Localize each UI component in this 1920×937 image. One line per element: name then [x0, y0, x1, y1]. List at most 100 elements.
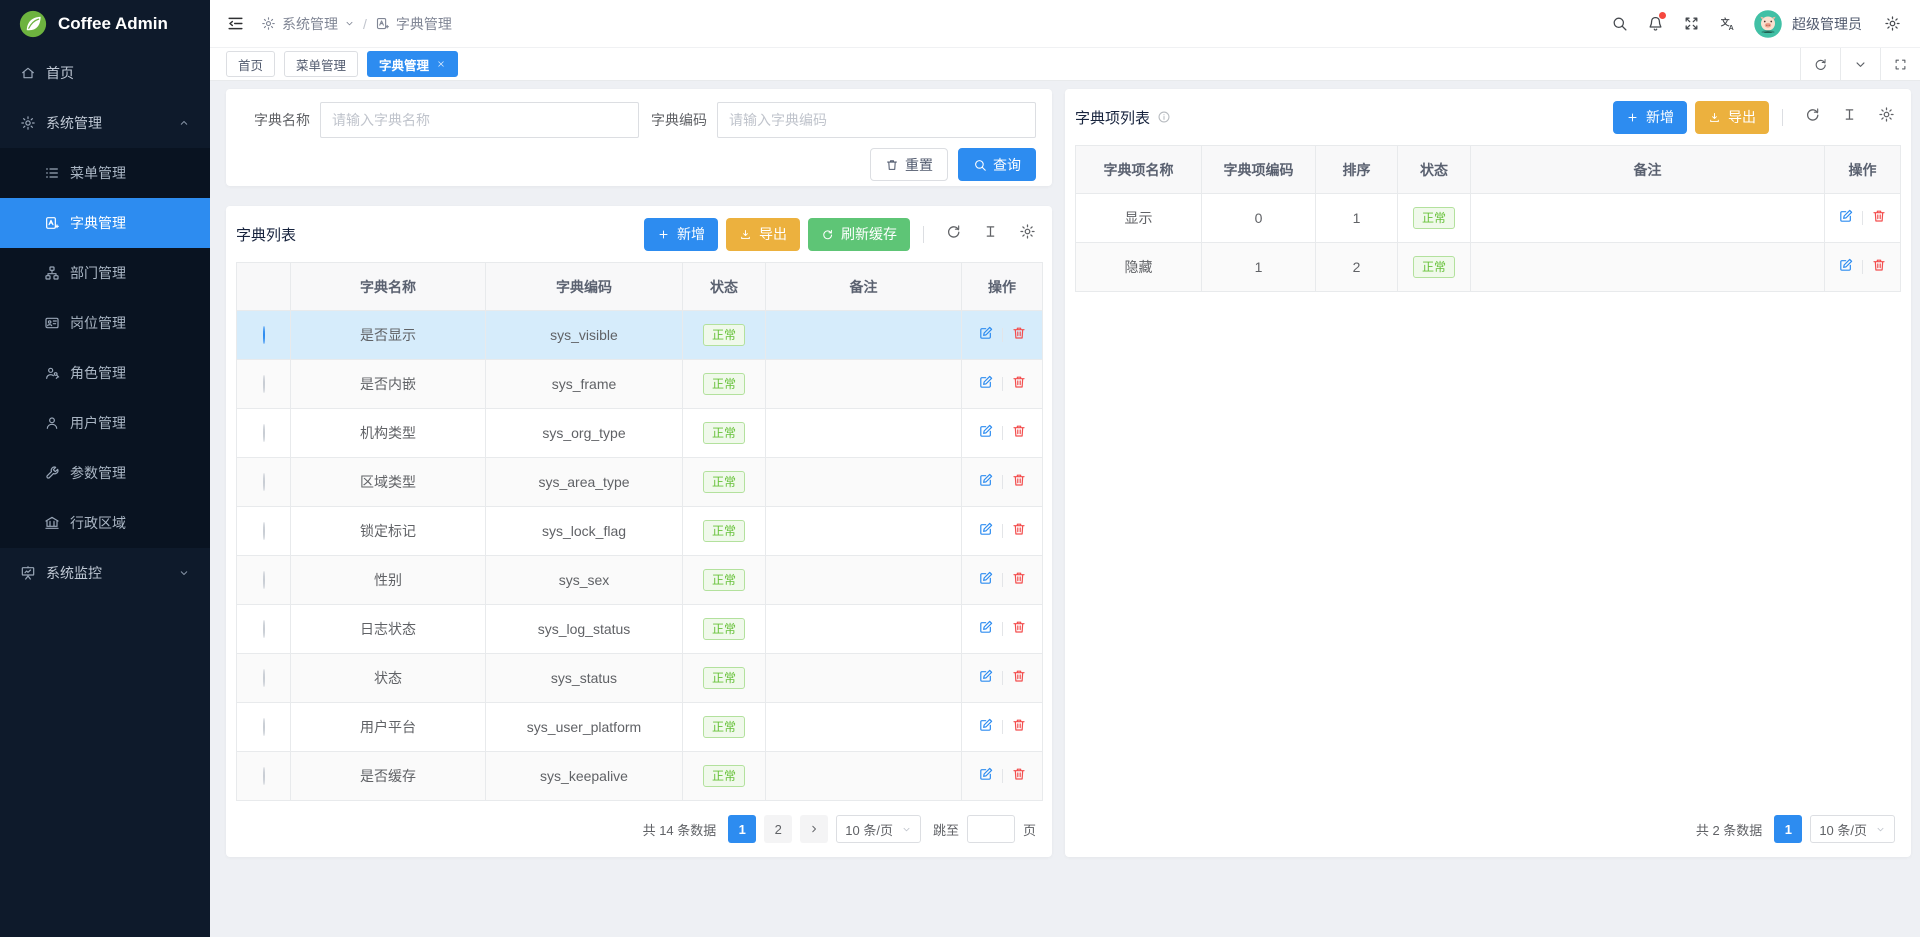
row-radio[interactable] — [263, 424, 265, 442]
user-name[interactable]: 超级管理员 — [1792, 14, 1862, 34]
reset-button[interactable]: 重置 — [870, 148, 948, 181]
sidebar-item-org[interactable]: 部门管理 — [0, 248, 210, 298]
refresh-cache-button[interactable]: 刷新缓存 — [808, 218, 910, 251]
edit-row-button[interactable] — [978, 717, 994, 738]
pagination-page-1[interactable]: 1 — [1774, 815, 1802, 843]
table-row[interactable]: 显示01正常 — [1076, 194, 1901, 243]
cell-code: sys_lock_flag — [542, 523, 626, 539]
info-icon[interactable] — [1157, 110, 1171, 124]
row-radio[interactable] — [263, 718, 265, 736]
table-row[interactable]: 日志状态sys_log_status正常 — [237, 605, 1043, 654]
table-row[interactable]: 机构类型sys_org_type正常 — [237, 409, 1043, 458]
delete-row-button[interactable] — [1011, 570, 1027, 591]
row-radio[interactable] — [263, 767, 265, 785]
fullscreen-button[interactable] — [1673, 15, 1709, 32]
row-radio[interactable] — [263, 620, 265, 638]
table-row[interactable]: 区域类型sys_area_type正常 — [237, 458, 1043, 507]
table-row[interactable]: 状态sys_status正常 — [237, 654, 1043, 703]
row-radio[interactable] — [263, 326, 265, 344]
search-field-input-0[interactable] — [320, 102, 639, 138]
sidebar-item-badge[interactable]: 岗位管理 — [0, 298, 210, 348]
delete-row-button[interactable] — [1011, 325, 1027, 346]
table-row[interactable]: 是否内嵌sys_frame正常 — [237, 360, 1043, 409]
search-field-input-1[interactable] — [717, 102, 1036, 138]
column-header: 状态 — [1398, 146, 1471, 194]
row-radio[interactable] — [263, 571, 265, 589]
table-size-button[interactable] — [982, 223, 999, 245]
tab-refresh-button[interactable] — [1800, 48, 1840, 80]
sidebar-item-bank[interactable]: 行政区域 — [0, 498, 210, 548]
delete-row-button[interactable] — [1871, 257, 1887, 278]
add-button[interactable]: 新增 — [1613, 101, 1687, 134]
sidebar-item-gear[interactable]: 系统管理 — [0, 98, 210, 148]
edit-row-button[interactable] — [978, 521, 994, 542]
add-button[interactable]: 新增 — [644, 218, 718, 251]
delete-row-button[interactable] — [1011, 423, 1027, 444]
delete-row-button[interactable] — [1011, 521, 1027, 542]
sidebar-item-wrench[interactable]: 参数管理 — [0, 448, 210, 498]
search-button[interactable]: 查询 — [958, 148, 1036, 181]
row-radio[interactable] — [263, 669, 265, 687]
sidebar-item-home[interactable]: 首页 — [0, 48, 210, 98]
tab-1[interactable]: 菜单管理 — [284, 51, 358, 77]
edit-row-button[interactable] — [978, 668, 994, 689]
page-size-select[interactable]: 10 条/页 — [836, 815, 921, 843]
table-settings-button[interactable] — [1878, 106, 1895, 128]
global-search-button[interactable] — [1601, 15, 1637, 32]
table-row[interactable]: 是否显示sys_visible正常 — [237, 311, 1043, 360]
edit-row-button[interactable] — [978, 570, 994, 591]
language-button[interactable]: 文A — [1709, 15, 1745, 32]
pagination-page-2[interactable]: 2 — [764, 815, 792, 843]
menu-fold-icon[interactable] — [226, 14, 245, 33]
tab-0[interactable]: 首页 — [226, 51, 275, 77]
breadcrumb-item-0[interactable]: 系统管理 — [261, 14, 355, 34]
table-settings-button[interactable] — [1019, 223, 1036, 245]
edit-row-button[interactable] — [978, 423, 994, 444]
app-logo[interactable]: Coffee Admin — [0, 0, 210, 48]
sidebar-item-dict[interactable]: 字典管理 — [0, 198, 210, 248]
edit-row-button[interactable] — [1838, 208, 1854, 229]
delete-row-button[interactable] — [1011, 717, 1027, 738]
edit-row-button[interactable] — [978, 472, 994, 493]
edit-row-button[interactable] — [978, 325, 994, 346]
sidebar-item-monitor[interactable]: 系统监控 — [0, 548, 210, 598]
tab-fullscreen-button[interactable] — [1880, 48, 1920, 80]
table-row[interactable]: 锁定标记sys_lock_flag正常 — [237, 507, 1043, 556]
export-button[interactable]: 导出 — [726, 218, 800, 251]
notifications-button[interactable] — [1637, 15, 1673, 32]
row-radio[interactable] — [263, 522, 265, 540]
edit-row-button[interactable] — [978, 619, 994, 640]
tab-2[interactable]: 字典管理 — [367, 51, 458, 77]
export-button[interactable]: 导出 — [1695, 101, 1769, 134]
table-row[interactable]: 是否缓存sys_keepalive正常 — [237, 752, 1043, 801]
delete-row-button[interactable] — [1871, 208, 1887, 229]
row-radio[interactable] — [263, 473, 265, 491]
avatar[interactable] — [1753, 9, 1783, 39]
delete-row-button[interactable] — [1011, 619, 1027, 640]
delete-row-button[interactable] — [1011, 374, 1027, 395]
row-radio[interactable] — [263, 375, 265, 393]
sidebar-item-list[interactable]: 菜单管理 — [0, 148, 210, 198]
tab-menu-button[interactable] — [1840, 48, 1880, 80]
page-size-select[interactable]: 10 条/页 — [1810, 815, 1895, 843]
edit-row-button[interactable] — [1838, 257, 1854, 278]
edit-row-button[interactable] — [978, 766, 994, 787]
delete-row-button[interactable] — [1011, 472, 1027, 493]
table-row[interactable]: 用户平台sys_user_platform正常 — [237, 703, 1043, 752]
delete-row-button[interactable] — [1011, 668, 1027, 689]
pagination-page-1[interactable]: 1 — [728, 815, 756, 843]
pagination-next-button[interactable] — [800, 815, 828, 843]
breadcrumb-item-1[interactable]: 字典管理 — [375, 14, 452, 34]
table-size-button[interactable] — [1841, 106, 1858, 128]
table-refresh-button[interactable] — [945, 223, 962, 245]
sidebar-item-user[interactable]: 用户管理 — [0, 398, 210, 448]
table-row[interactable]: 性别sys_sex正常 — [237, 556, 1043, 605]
close-tab-icon[interactable] — [436, 59, 446, 69]
page-jump-input[interactable] — [967, 815, 1015, 843]
sidebar-item-role[interactable]: 角色管理 — [0, 348, 210, 398]
settings-button[interactable] — [1874, 15, 1910, 32]
table-refresh-button[interactable] — [1804, 106, 1821, 128]
edit-row-button[interactable] — [978, 374, 994, 395]
delete-row-button[interactable] — [1011, 766, 1027, 787]
table-row[interactable]: 隐藏12正常 — [1076, 243, 1901, 292]
